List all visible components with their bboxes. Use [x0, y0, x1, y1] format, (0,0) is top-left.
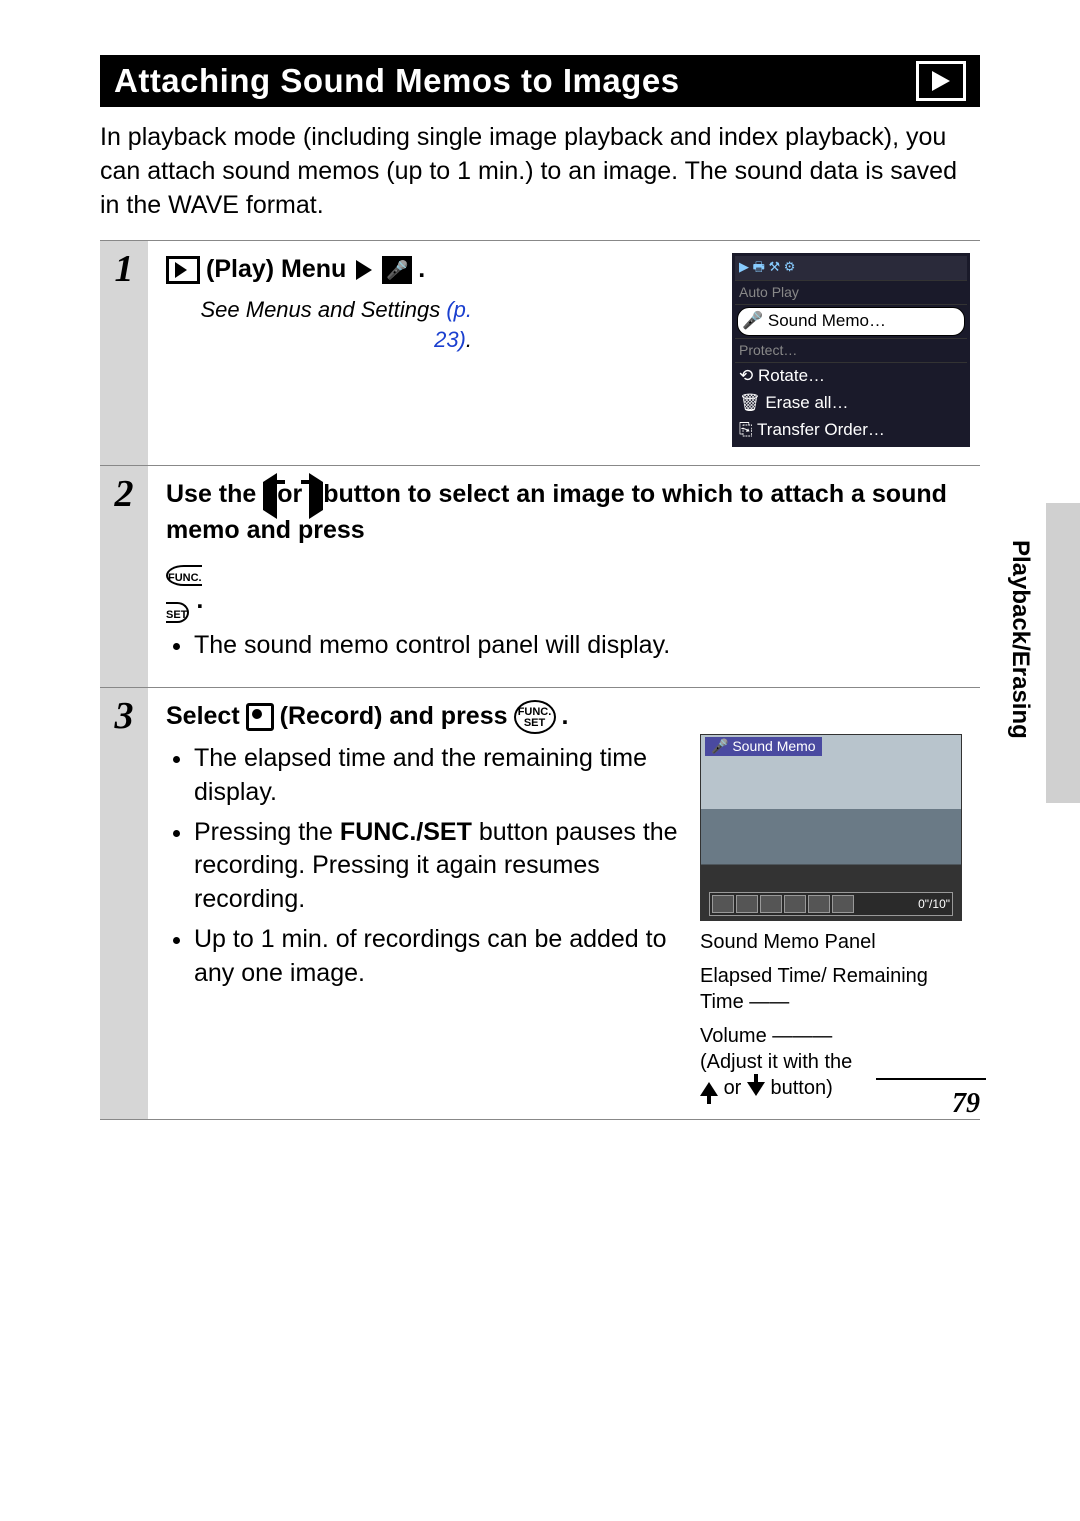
step-2: 2 Use the or button to select an image t… — [100, 466, 980, 688]
step-3: 3 Select (Record) and press FUNC. SET . … — [100, 688, 980, 1120]
panel-back-icon — [712, 895, 734, 913]
record-icon — [246, 703, 274, 731]
step-1-heading: (Play) Menu 🎤 . — [166, 253, 732, 287]
menu-item-autoplay: Auto Play — [735, 280, 967, 305]
page-title: Attaching Sound Memos to Images — [114, 62, 680, 100]
section-side-label: Playback/Erasing — [1006, 540, 1034, 739]
steps-table: 1 (Play) Menu 🎤 . See Menus and Settings… — [100, 240, 980, 1120]
sound-memo-panel: 0"/10" — [709, 892, 953, 916]
cam-screen-title: 🎤 Sound Memo — [705, 737, 822, 756]
menu-item-erase-all: 🗑 Erase all… — [735, 390, 967, 417]
side-thumb-tab — [1046, 503, 1080, 803]
annotation-time: Elapsed Time/ Remaining Time —— — [700, 963, 970, 1015]
step-number: 3 — [100, 688, 148, 1119]
step-3-bullet-2: Pressing the FUNC./SET button pauses the… — [194, 816, 682, 917]
step-number: 2 — [100, 466, 148, 687]
func-set-button-icon: FUNC. SET — [514, 700, 556, 734]
step-number: 1 — [100, 241, 148, 465]
elapsed-remaining-time: 0"/10" — [918, 896, 950, 912]
menu-item-sound-memo: 🎤 Sound Memo… — [737, 307, 965, 336]
panel-play-icon — [784, 895, 806, 913]
panel-stop-icon — [760, 895, 782, 913]
step-3-bullet-3: Up to 1 min. of recordings can be added … — [194, 923, 682, 991]
step-2-heading: Use the or button to select an image to … — [166, 478, 970, 622]
camera-menu-screenshot: ▶ 🖶 ⚒ ⚙ Auto Play 🎤 Sound Memo… Protect…… — [732, 253, 970, 447]
left-arrow-icon — [263, 473, 277, 519]
camera-record-screenshot: 🎤 Sound Memo 0"/10" — [700, 734, 962, 921]
see-reference: See Menus and Settings (p. 23). — [166, 295, 732, 354]
panel-volume-icon — [832, 895, 854, 913]
playback-mode-icon — [916, 61, 966, 101]
right-arrow-icon — [309, 473, 323, 519]
step-3-heading: Select (Record) and press FUNC. SET . — [166, 700, 970, 734]
page-title-bar: Attaching Sound Memos to Images — [100, 55, 980, 107]
step-2-bullet-1: The sound memo control panel will displa… — [194, 629, 970, 663]
menu-item-rotate: ⟲ Rotate… — [735, 363, 967, 390]
sound-memo-icon: 🎤 — [382, 256, 412, 284]
menu-item-transfer-order: ⎘ Transfer Order… — [735, 417, 967, 444]
down-arrow-icon — [747, 1082, 765, 1096]
menu-item-protect: Protect… — [735, 338, 967, 363]
annotation-panel: Sound Memo Panel — [700, 929, 970, 955]
play-mode-icon — [166, 256, 200, 284]
panel-record-icon — [736, 895, 758, 913]
menu-tabs: ▶ 🖶 ⚒ ⚙ — [735, 256, 967, 280]
triangle-right-icon — [356, 260, 372, 280]
step-3-bullet-1: The elapsed time and the remaining time … — [194, 742, 682, 810]
up-arrow-icon — [700, 1082, 718, 1096]
step-1: 1 (Play) Menu 🎤 . See Menus and Settings… — [100, 241, 980, 466]
page-number: 79 — [952, 1088, 980, 1120]
annotation-volume: Volume ——— (Adjust it with the or button… — [700, 1023, 970, 1101]
intro-paragraph: In playback mode (including single image… — [100, 121, 980, 222]
panel-delete-icon — [808, 895, 830, 913]
